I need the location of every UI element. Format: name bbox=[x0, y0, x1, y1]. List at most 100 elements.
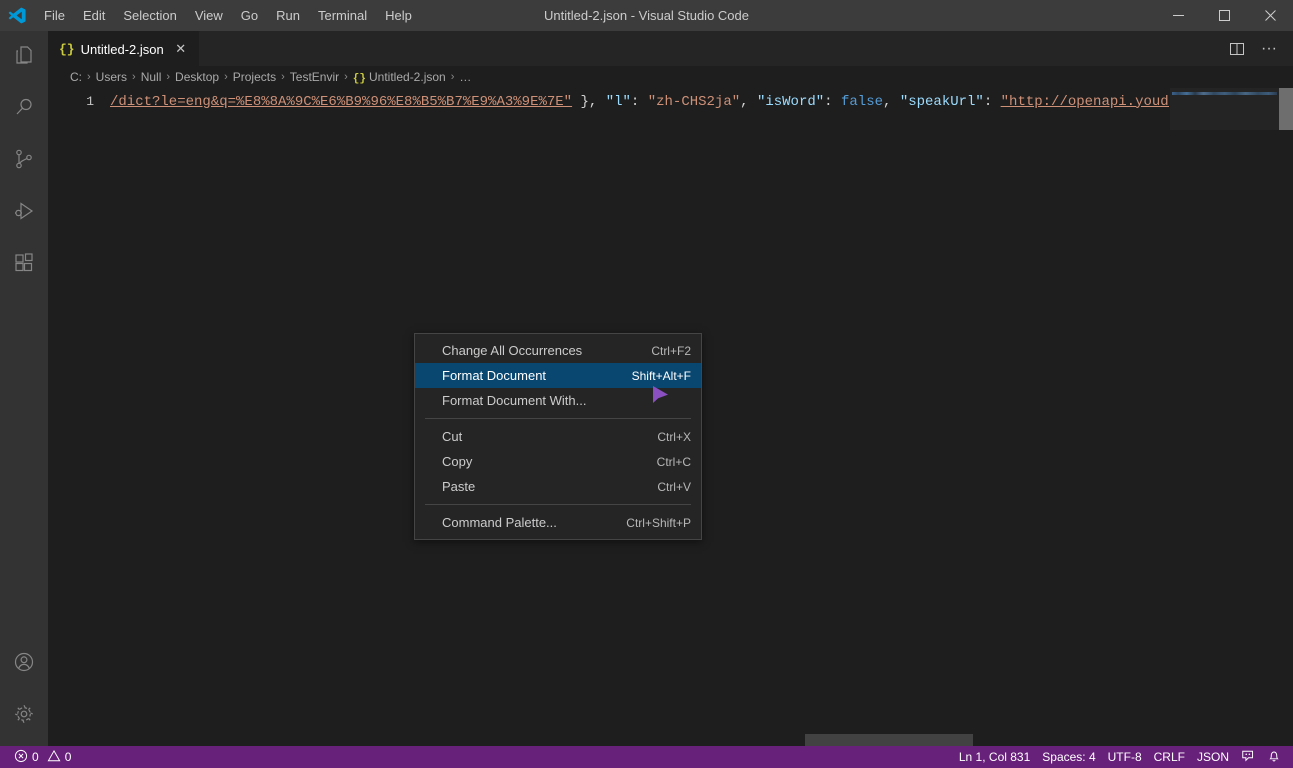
vscode-window: File Edit Selection View Go Run Terminal… bbox=[0, 0, 1293, 768]
activity-explorer[interactable] bbox=[0, 31, 48, 83]
vertical-scrollbar[interactable] bbox=[1279, 88, 1293, 746]
menu-go-label: Go bbox=[240, 8, 259, 23]
search-icon bbox=[12, 95, 36, 124]
line-number: 1 bbox=[86, 94, 94, 109]
status-language-mode-label: JSON bbox=[1196, 750, 1229, 764]
menu-copy[interactable]: Copy Ctrl+C bbox=[415, 449, 701, 474]
activity-bar-bottom bbox=[0, 638, 48, 746]
activity-search[interactable] bbox=[0, 83, 48, 135]
status-bar-left: 0 0 bbox=[0, 746, 77, 768]
activity-run-debug[interactable] bbox=[0, 187, 48, 239]
editor-context-menu[interactable]: Change All Occurrences Ctrl+F2 Format Do… bbox=[414, 333, 702, 540]
breadcrumb-desktop[interactable]: Desktop bbox=[172, 70, 222, 84]
code-text[interactable]: /dict?le=eng&q=%E8%8A%9C%E6%B9%96%E8%B5%… bbox=[110, 94, 1253, 110]
activity-source-control[interactable] bbox=[0, 135, 48, 187]
breadcrumb-file[interactable]: {} Untitled-2.json bbox=[350, 70, 449, 85]
gear-icon bbox=[12, 702, 36, 731]
breadcrumb-projects[interactable]: Projects bbox=[230, 70, 279, 84]
activity-extensions[interactable] bbox=[0, 239, 48, 291]
menu-separator bbox=[425, 504, 691, 505]
activity-settings[interactable] bbox=[0, 690, 48, 742]
bell-icon bbox=[1267, 749, 1281, 766]
menu-command-palette[interactable]: Command Palette... Ctrl+Shift+P bbox=[415, 510, 701, 535]
status-notifications[interactable] bbox=[1261, 746, 1287, 768]
menu-edit-label: Edit bbox=[82, 8, 106, 23]
tab-untitled-2-json[interactable]: {} Untitled-2.json ✕ bbox=[48, 31, 200, 66]
breadcrumb-drive-c[interactable]: C: bbox=[67, 70, 85, 84]
menu-terminal[interactable]: Terminal bbox=[309, 5, 376, 27]
code-token-key-speakurl: "speakUrl" bbox=[899, 93, 984, 110]
menu-help[interactable]: Help bbox=[376, 5, 421, 27]
breadcrumb-users[interactable]: Users bbox=[93, 70, 130, 84]
menu-paste-keys: Ctrl+V bbox=[657, 479, 691, 494]
menu-format-document[interactable]: Format Document Shift+Alt+F bbox=[415, 363, 701, 388]
code-token-comma: , bbox=[740, 93, 757, 110]
menu-run[interactable]: Run bbox=[267, 5, 309, 27]
activity-accounts[interactable] bbox=[0, 638, 48, 690]
menu-view[interactable]: View bbox=[186, 5, 232, 27]
breadcrumb-testenvir[interactable]: TestEnvir bbox=[287, 70, 342, 84]
horizontal-scrollbar[interactable] bbox=[48, 734, 1169, 746]
breadcrumb-separator: › bbox=[224, 71, 228, 83]
tab-label: Untitled-2.json bbox=[80, 41, 164, 57]
close-button[interactable] bbox=[1247, 0, 1293, 31]
title-bar: File Edit Selection View Go Run Terminal… bbox=[0, 0, 1293, 31]
menu-change-all-occurrences[interactable]: Change All Occurrences Ctrl+F2 bbox=[415, 338, 701, 363]
menu-format-document-with[interactable]: Format Document With... bbox=[415, 388, 701, 413]
account-icon bbox=[12, 650, 36, 679]
menu-file[interactable]: File bbox=[35, 5, 74, 27]
status-indentation-label: Spaces: 4 bbox=[1042, 750, 1096, 764]
menu-paste[interactable]: Paste Ctrl+V bbox=[415, 474, 701, 499]
breadcrumb-null[interactable]: Null bbox=[138, 70, 165, 84]
vertical-scrollbar-thumb[interactable] bbox=[1279, 88, 1293, 130]
menu-command-palette-label: Command Palette... bbox=[442, 515, 557, 530]
status-encoding[interactable]: UTF-8 bbox=[1102, 746, 1148, 768]
menu-run-label: Run bbox=[276, 8, 300, 23]
menu-go[interactable]: Go bbox=[232, 5, 267, 27]
code-token-false: false bbox=[840, 93, 883, 110]
horizontal-scrollbar-thumb[interactable] bbox=[805, 734, 973, 746]
menu-cut[interactable]: Cut Ctrl+X bbox=[415, 424, 701, 449]
code-token-value-l: "zh-CHS2ja" bbox=[647, 93, 741, 110]
code-token-url-tail: /dict?le=eng&q=%E8%8A%9C%E6%B9%96%E8%B5%… bbox=[110, 93, 573, 110]
status-errors-warnings[interactable]: 0 0 bbox=[8, 746, 77, 768]
menu-cut-label: Cut bbox=[442, 429, 463, 444]
minimap[interactable] bbox=[1169, 88, 1279, 746]
files-icon bbox=[12, 43, 36, 72]
status-cursor-position-label: Ln 1, Col 831 bbox=[958, 750, 1031, 764]
code-token-colon: : bbox=[983, 93, 1001, 110]
menu-selection[interactable]: Selection bbox=[114, 5, 185, 27]
status-eol[interactable]: CRLF bbox=[1148, 746, 1191, 768]
status-cursor-position[interactable]: Ln 1, Col 831 bbox=[953, 746, 1036, 768]
more-actions-button[interactable]: ··· bbox=[1255, 35, 1283, 63]
warning-count: 0 bbox=[64, 750, 72, 764]
menu-selection-label: Selection bbox=[123, 8, 177, 23]
tab-close-icon[interactable]: ✕ bbox=[173, 41, 189, 57]
code-token-key-isword: "isWord" bbox=[756, 93, 825, 110]
json-braces-icon: {} bbox=[352, 72, 366, 85]
menu-change-all-occurrences-keys: Ctrl+F2 bbox=[651, 343, 691, 358]
minimize-button[interactable] bbox=[1155, 0, 1201, 31]
json-braces-icon: {} bbox=[59, 41, 75, 57]
menu-copy-label: Copy bbox=[442, 454, 473, 469]
code-token-punct: }, bbox=[572, 93, 606, 110]
status-bar: 0 0 Ln 1, Col 831 Spaces: 4 UTF-8 CRLF J… bbox=[0, 746, 1293, 768]
menu-edit[interactable]: Edit bbox=[74, 5, 114, 27]
maximize-button[interactable] bbox=[1201, 0, 1247, 31]
status-encoding-label: UTF-8 bbox=[1107, 750, 1142, 764]
status-language-mode[interactable]: JSON bbox=[1191, 746, 1235, 768]
feedback-smiley-icon bbox=[1241, 749, 1255, 766]
menu-copy-keys: Ctrl+C bbox=[656, 454, 691, 469]
menu-format-document-label: Format Document bbox=[442, 368, 547, 383]
status-indentation[interactable]: Spaces: 4 bbox=[1036, 746, 1101, 768]
split-editor-right-button[interactable] bbox=[1223, 35, 1251, 63]
code-token-colon: : bbox=[630, 93, 648, 110]
breadcrumb-symbols[interactable]: … bbox=[456, 70, 474, 84]
editor-tabs-bar: {} Untitled-2.json ✕ ··· bbox=[48, 31, 1293, 66]
error-circle-icon bbox=[14, 749, 28, 766]
breadcrumb-separator: › bbox=[281, 71, 285, 83]
editor-actions: ··· bbox=[1223, 31, 1293, 66]
status-feedback[interactable] bbox=[1235, 746, 1261, 768]
menu-paste-label: Paste bbox=[442, 479, 476, 494]
code-token-key-l: "l" bbox=[605, 93, 631, 110]
